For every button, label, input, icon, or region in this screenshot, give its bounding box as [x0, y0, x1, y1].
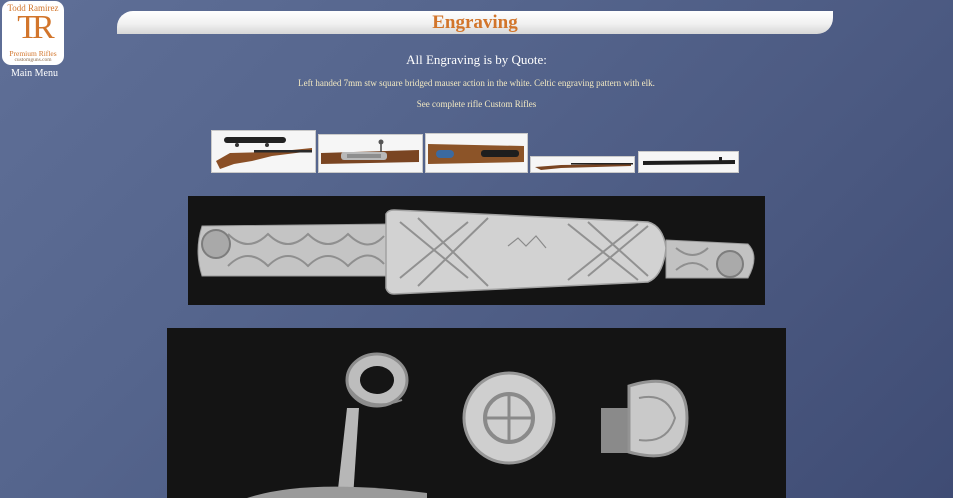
title-banner: Engraving: [117, 11, 833, 34]
thumbnail-rifle-scope[interactable]: [211, 130, 316, 173]
quote-heading: All Engraving is by Quote:: [406, 52, 547, 67]
engraved-scope-rings-photo: [167, 328, 786, 498]
logo-monogram: TR: [17, 9, 54, 46]
thumbnail-full-rifle[interactable]: [530, 156, 635, 173]
page-title: Engraving: [432, 12, 518, 33]
engraved-floorplate-photo: [188, 196, 765, 305]
thumbnail-stock-closeup[interactable]: [425, 133, 528, 173]
thumbnail-engraved-action[interactable]: [318, 134, 423, 173]
rifle-description: Left handed 7mm stw square bridged mause…: [298, 78, 655, 88]
complete-rifle-link[interactable]: See complete rifle Custom Rifles: [0, 99, 953, 109]
thumbnail-barrel[interactable]: [638, 151, 739, 173]
